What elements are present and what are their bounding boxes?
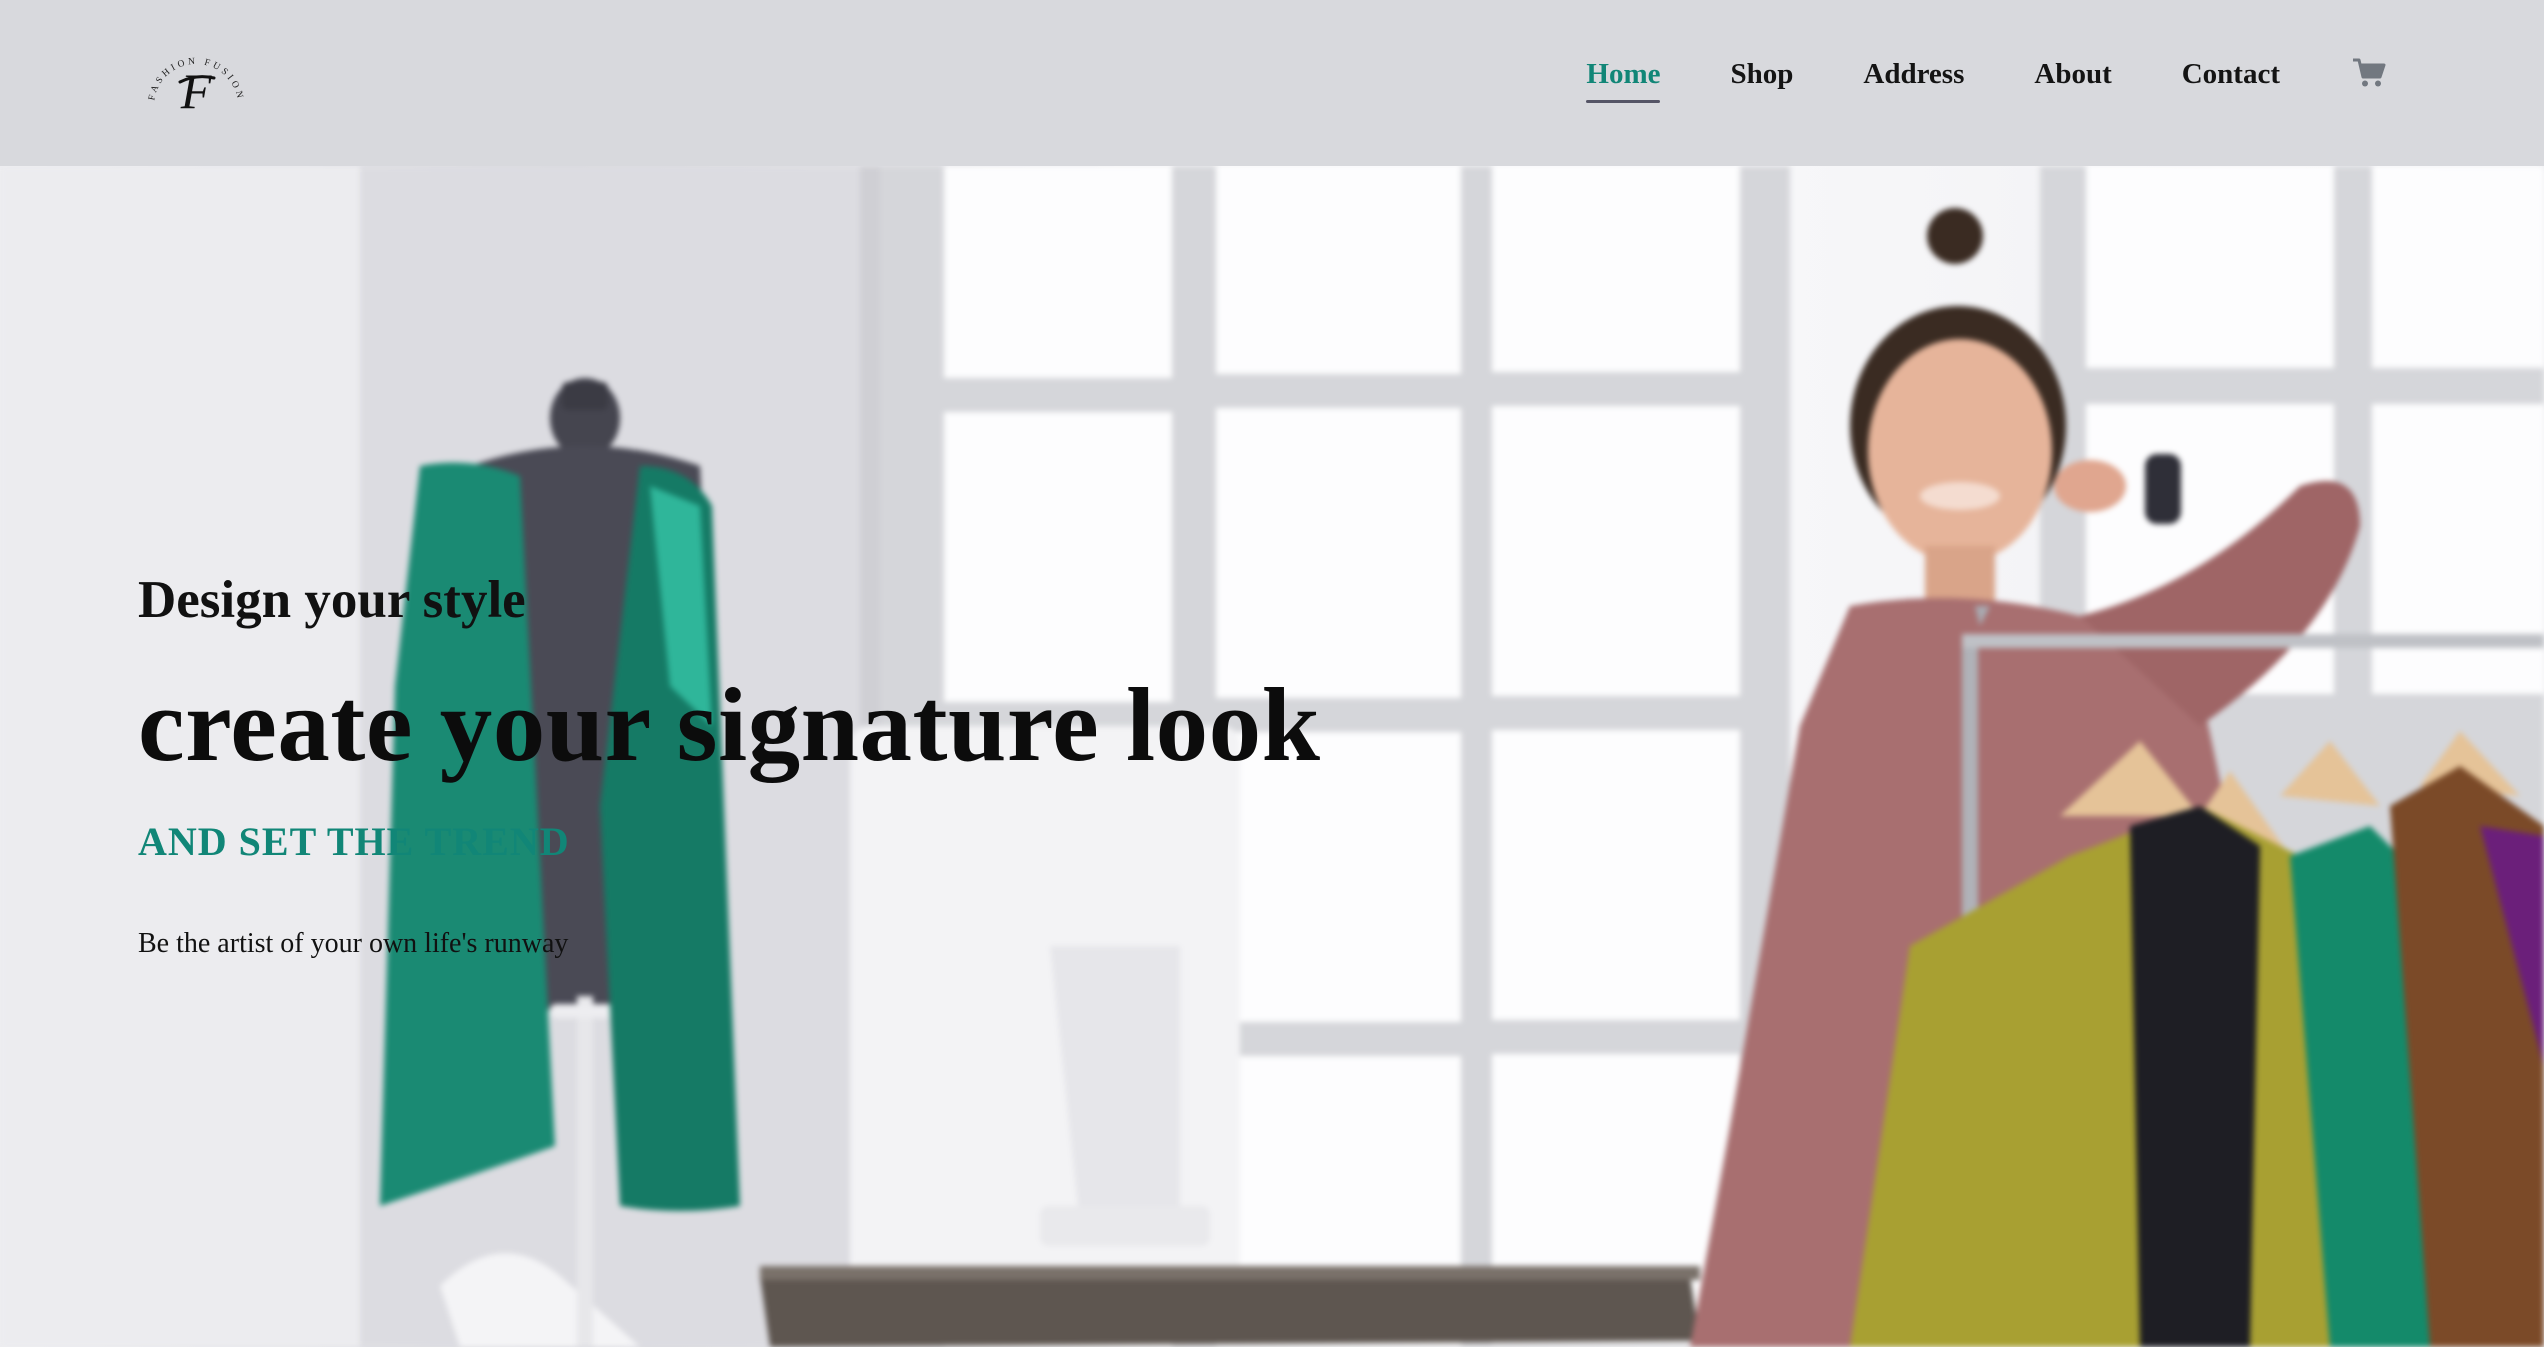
nav-contact[interactable]: Contact [2182,60,2280,89]
fashion-fusion-hub-logo-icon: FASHION FUSION HUB F [140,34,242,119]
nav-shop[interactable]: Shop [1730,60,1793,89]
hero-subtitle: Design your style [138,571,526,629]
brand-logo[interactable]: FASHION FUSION HUB F [140,34,252,134]
nav-about[interactable]: About [2034,60,2111,89]
logo-letter: F [180,63,212,119]
hero-tagline: Be the artist of your own life's runway [138,928,569,959]
hero-title: create your signature look [138,666,1321,783]
nav-address[interactable]: Address [1863,60,1964,89]
shopping-cart-icon[interactable] [2352,58,2386,88]
site-header: FASHION FUSION HUB F Home Shop Address A… [0,0,2544,166]
nav-home[interactable]: Home [1586,60,1661,103]
hero-highlight: AND SET THE TREND [138,819,570,864]
main-nav: Home Shop Address About Contact [1586,58,2386,103]
hero-section: Design your style create your signature … [0,166,2544,1347]
